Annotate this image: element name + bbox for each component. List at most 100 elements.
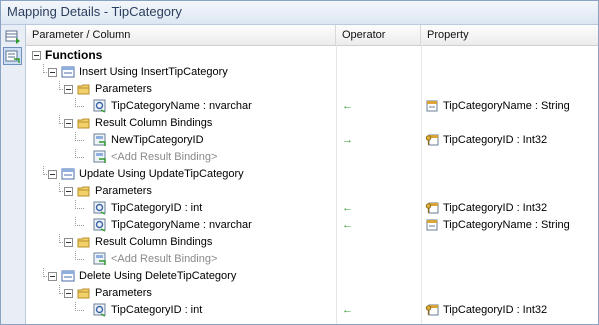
tree-connector [75, 259, 84, 260]
key-property-icon [425, 201, 439, 218]
mapped-property[interactable]: TipCategoryName : String [443, 217, 570, 234]
tree-connector [75, 251, 76, 260]
tree-row[interactable]: <Add Result Binding> [26, 251, 598, 268]
mapping-operator[interactable]: ← [342, 98, 353, 115]
mapping-grid: Parameter / Column Operator Property Fun… [26, 25, 598, 324]
folder-icon [77, 116, 91, 133]
row-label: NewTipCategoryID [111, 134, 204, 146]
column-icon [93, 252, 107, 269]
tree-row[interactable]: Parameters [26, 81, 598, 98]
function-icon [61, 167, 75, 184]
folder-icon [77, 286, 91, 303]
tree-row[interactable]: TipCategoryID : int ← TipCategoryID : Int3… [26, 200, 598, 217]
row-label: <Add Result Binding> [111, 151, 218, 163]
folder-icon [77, 184, 91, 201]
tree-row[interactable]: TipCategoryName : nvarchar ← TipCategoryNa… [26, 217, 598, 234]
tree-row[interactable]: Functions [26, 47, 598, 64]
collapse-toggle[interactable] [64, 289, 73, 298]
row-label: Result Column Bindings [95, 236, 213, 248]
grid-header: Parameter / Column Operator Property [26, 25, 598, 46]
row-label: Insert Using InsertTipCategory [79, 66, 228, 78]
mapping-operator[interactable]: ← [342, 200, 353, 217]
tree-connector [75, 225, 84, 226]
row-label: TipCategoryID : int [111, 202, 203, 214]
column-header-operator[interactable]: Operator [336, 25, 421, 45]
tree-row[interactable]: Delete Using DeleteTipCategory [26, 268, 598, 285]
collapse-toggle[interactable] [32, 51, 41, 60]
mapped-property[interactable]: TipCategoryName : String [443, 98, 570, 115]
tree-row[interactable]: Parameters [26, 183, 598, 200]
function-icon [61, 269, 75, 286]
collapse-toggle[interactable] [48, 272, 57, 281]
collapse-toggle[interactable] [48, 68, 57, 77]
row-label: Functions [45, 48, 103, 62]
row-label: Parameters [95, 83, 152, 95]
tree-connector [75, 157, 84, 158]
function-mapping-icon [5, 50, 20, 63]
title-bar: Mapping Details - TipCategory [1, 1, 598, 25]
tree-row[interactable]: TipCategoryName : nvarchar ← TipCategoryNa… [26, 98, 598, 115]
collapse-toggle[interactable] [64, 119, 73, 128]
mapped-property[interactable]: TipCategoryID : Int32 [443, 200, 547, 217]
tree-row[interactable]: Result Column Bindings [26, 115, 598, 132]
column-icon [93, 133, 107, 150]
tree-connector [75, 217, 76, 226]
tree-connector [75, 310, 84, 311]
left-toolbar [1, 25, 26, 324]
column-header-parameter[interactable]: Parameter / Column [26, 25, 336, 45]
parameter-icon [93, 99, 107, 116]
column-icon [93, 150, 107, 167]
key-property-icon [425, 303, 439, 320]
column-header-property[interactable]: Property [421, 25, 598, 45]
collapse-toggle[interactable] [64, 187, 73, 196]
row-label: <Add Result Binding> [111, 253, 218, 265]
folder-icon [77, 82, 91, 99]
tree-connector [59, 234, 60, 243]
row-label: TipCategoryID : int [111, 304, 203, 316]
tree-row[interactable]: Update Using UpdateTipCategory [26, 166, 598, 183]
row-label: Update Using UpdateTipCategory [79, 168, 244, 180]
tree-row[interactable]: <Add Result Binding> [26, 149, 598, 166]
parameter-icon [93, 218, 107, 235]
tree-connector [75, 208, 84, 209]
tree-connector [59, 81, 60, 90]
tree-connector [75, 106, 84, 107]
parameter-icon [93, 201, 107, 218]
row-label: TipCategoryName : nvarchar [111, 219, 252, 231]
tree-connector [43, 166, 44, 175]
function-mapping-button[interactable] [3, 47, 22, 65]
row-label: Parameters [95, 287, 152, 299]
mapping-operator[interactable]: → [342, 132, 353, 149]
row-label: Parameters [95, 185, 152, 197]
mapped-property[interactable]: TipCategoryID : Int32 [443, 132, 547, 149]
tree-row[interactable]: TipCategoryID : int ← TipCategoryID : Int3… [26, 302, 598, 319]
parameter-icon [93, 303, 107, 320]
folder-icon [77, 235, 91, 252]
tree-connector [59, 115, 60, 124]
tree-connector [59, 285, 60, 294]
tree-connector [43, 64, 44, 73]
key-property-icon [425, 133, 439, 150]
collapse-toggle[interactable] [48, 170, 57, 179]
mapping-details-window: Mapping Details - TipCategory Parameter … [0, 0, 599, 325]
collapse-toggle[interactable] [64, 238, 73, 247]
function-icon [61, 65, 75, 82]
tree-connector [75, 200, 76, 209]
mapping-operator[interactable]: ← [342, 217, 353, 234]
tree-row[interactable]: Parameters [26, 285, 598, 302]
row-label: Delete Using DeleteTipCategory [79, 270, 237, 282]
tree-connector [43, 268, 44, 277]
tree-row[interactable]: Result Column Bindings [26, 234, 598, 251]
table-mapping-button[interactable] [3, 27, 22, 45]
table-mapping-icon [5, 30, 20, 44]
mapping-operator[interactable]: ← [342, 302, 353, 319]
property-icon [425, 218, 439, 235]
row-label: Result Column Bindings [95, 117, 213, 129]
tree-row[interactable]: Insert Using InsertTipCategory [26, 64, 598, 81]
row-label: TipCategoryName : nvarchar [111, 100, 252, 112]
mapped-property[interactable]: TipCategoryID : Int32 [443, 302, 547, 319]
tree-connector [59, 183, 60, 192]
collapse-toggle[interactable] [64, 85, 73, 94]
tree-row[interactable]: NewTipCategoryID → TipCategoryID : Int32 [26, 132, 598, 149]
property-icon [425, 99, 439, 116]
